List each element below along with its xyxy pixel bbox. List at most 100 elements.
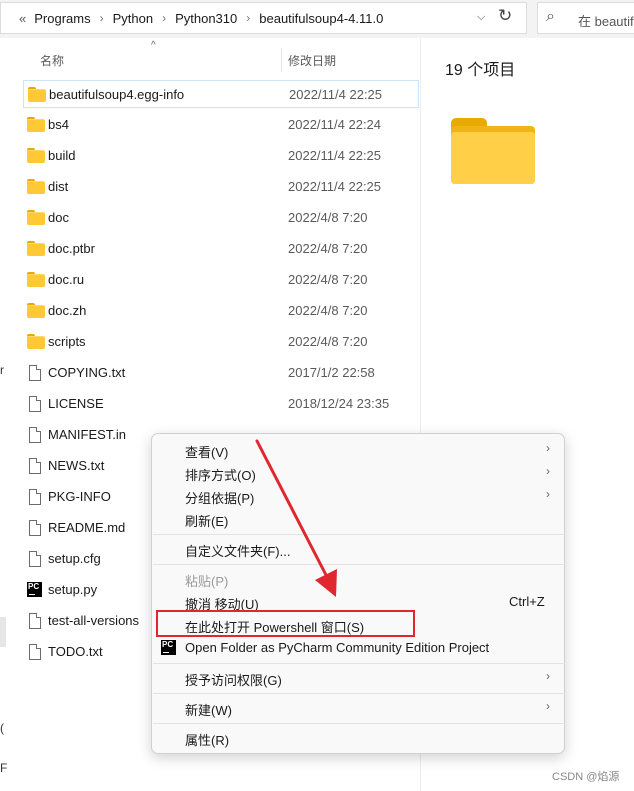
list-item[interactable]: doc 2022/4/8 7:20 (23, 204, 419, 232)
breadcrumb-item-programs[interactable]: Programs (34, 11, 90, 26)
file-icon (29, 520, 41, 536)
breadcrumb-item-python310[interactable]: Python310 (175, 11, 237, 26)
nav-pane-text[interactable]: ( (0, 721, 4, 735)
folder-icon (27, 210, 45, 225)
context-menu: 查看(V) › 排序方式(O) › 分组依据(P) › 刷新(E) 自定义文件夹… (151, 433, 565, 754)
file-icon (29, 427, 41, 443)
chevron-right-icon: › (546, 464, 550, 478)
file-name: setup.cfg (48, 551, 101, 566)
chevron-down-icon[interactable]: ⌵ (477, 11, 485, 24)
file-date: 2022/4/8 7:20 (288, 241, 368, 256)
menu-separator (153, 564, 565, 565)
menu-separator (153, 534, 565, 535)
folder-icon (27, 241, 45, 256)
file-icon (29, 458, 41, 474)
file-name: NEWS.txt (48, 458, 105, 473)
menu-item-label: 授予访问权限(G) (185, 673, 282, 688)
file-date: 2017/1/2 22:58 (288, 365, 375, 380)
file-icon (29, 613, 41, 629)
breadcrumb-item-current-folder[interactable]: beautifulsoup4-4.11.0 (259, 11, 383, 26)
nav-pane-text[interactable]: F (0, 761, 7, 775)
file-date: 2022/4/8 7:20 (288, 272, 368, 287)
list-item[interactable]: beautifulsoup4.egg-info 2022/11/4 22:25 (23, 80, 419, 108)
chevron-right-icon[interactable]: › (246, 11, 250, 25)
menu-item-new[interactable]: 新建(W) › (152, 696, 564, 719)
file-date: 2022/11/4 22:25 (289, 87, 383, 102)
highlight-box (156, 610, 415, 637)
list-item[interactable]: COPYING.txt 2017/1/2 22:58 (23, 359, 419, 387)
list-item[interactable]: bs4 2022/11/4 22:24 (23, 111, 419, 139)
menu-item-view[interactable]: 查看(V) › (152, 438, 564, 461)
menu-item-shortcut: Ctrl+Z (509, 594, 545, 609)
menu-item-label: 排序方式(O) (185, 468, 256, 483)
pycharm-icon: PC (161, 640, 176, 655)
folder-icon (27, 179, 45, 194)
search-box[interactable]: ⌕ 在 beautif (537, 2, 634, 34)
column-header-name[interactable]: 名称 (40, 52, 64, 69)
list-item[interactable]: build 2022/11/4 22:25 (23, 142, 419, 170)
list-item[interactable]: LICENSE 2018/12/24 23:35 (23, 390, 419, 418)
menu-item-label: 属性(R) (185, 733, 230, 748)
list-item[interactable]: doc.zh 2022/4/8 7:20 (23, 297, 419, 325)
file-name: COPYING.txt (48, 365, 126, 380)
menu-item-open-pycharm[interactable]: PC Open Folder as PyCharm Community Edit… (152, 636, 564, 659)
item-count: 19 个项目 (445, 62, 516, 79)
chevron-right-icon[interactable]: › (100, 11, 104, 25)
file-icon (29, 551, 41, 567)
folder-icon (27, 148, 45, 163)
refresh-icon[interactable]: ↻ (498, 6, 512, 26)
file-name: PKG-INFO (48, 489, 111, 504)
pycharm-icon: PC (27, 582, 42, 597)
menu-item-sort-by[interactable]: 排序方式(O) › (152, 461, 564, 484)
file-name: setup.py (48, 582, 98, 597)
list-item[interactable]: dist 2022/11/4 22:25 (23, 173, 419, 201)
menu-item-label: 粘贴(P) (185, 574, 229, 589)
breadcrumb-item-python[interactable]: Python (113, 11, 153, 26)
menu-separator (153, 663, 565, 664)
file-name: bs4 (48, 117, 69, 132)
menu-item-label: 自定义文件夹(F)... (185, 544, 291, 559)
file-date: 2022/4/8 7:20 (288, 303, 368, 318)
menu-item-group-by[interactable]: 分组依据(P) › (152, 484, 564, 507)
list-item[interactable]: doc.ptbr 2022/4/8 7:20 (23, 235, 419, 263)
nav-pane-text[interactable]: r (0, 363, 4, 377)
file-icon (29, 365, 41, 381)
nav-pane-selection[interactable] (0, 617, 6, 647)
chevron-right-icon: › (546, 441, 550, 455)
file-name: doc.ptbr (48, 241, 95, 256)
menu-item-refresh[interactable]: 刷新(E) (152, 507, 564, 530)
file-name: build (48, 148, 76, 163)
file-name: doc (48, 210, 69, 225)
list-item[interactable]: scripts 2022/4/8 7:20 (23, 328, 419, 356)
file-date: 2022/4/8 7:20 (288, 334, 368, 349)
list-item[interactable]: doc.ru 2022/4/8 7:20 (23, 266, 419, 294)
chevron-right-icon: › (546, 669, 550, 683)
chevron-right-icon: › (546, 699, 550, 713)
file-date: 2022/11/4 22:24 (288, 117, 382, 132)
file-icon (29, 644, 41, 660)
folder-icon (27, 303, 45, 318)
column-header-date-modified[interactable]: 修改日期 (288, 52, 336, 69)
menu-item-customize-folder[interactable]: 自定义文件夹(F)... (152, 537, 564, 560)
folder-icon (451, 118, 535, 184)
file-date: 2022/11/4 22:25 (288, 148, 382, 163)
search-input[interactable]: 在 beautif (578, 11, 634, 30)
file-name: doc.zh (48, 303, 87, 318)
file-name: MANIFEST.in (48, 427, 127, 442)
menu-item-label: 新建(W) (185, 703, 232, 718)
file-name: test-all-versions (48, 613, 140, 628)
file-name: TODO.txt (48, 644, 103, 659)
menu-item-give-access[interactable]: 授予访问权限(G) › (152, 666, 564, 689)
sort-ascending-icon: ^ (151, 40, 156, 51)
chevron-right-icon[interactable]: › (162, 11, 166, 25)
address-bar[interactable]: « Programs › Python › Python310 › beauti… (0, 2, 527, 34)
column-divider[interactable] (281, 48, 282, 72)
menu-item-properties[interactable]: 属性(R) (152, 726, 564, 749)
file-name: doc.ru (48, 272, 85, 287)
file-name: dist (48, 179, 69, 194)
folder-icon (28, 87, 46, 102)
menu-item-label: 查看(V) (185, 445, 229, 460)
file-date: 2018/12/24 23:35 (288, 396, 390, 411)
folder-icon (27, 334, 45, 349)
breadcrumb-overflow[interactable]: « (19, 11, 26, 26)
